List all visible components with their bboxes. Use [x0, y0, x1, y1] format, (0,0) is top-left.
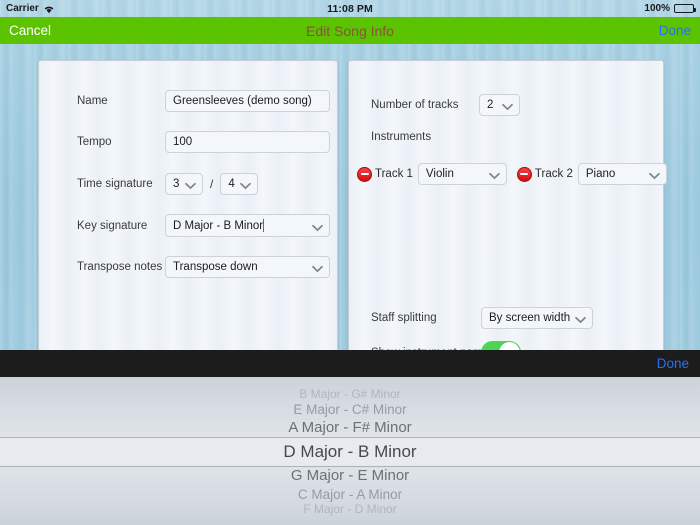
- picker-selection-line-top: [0, 437, 700, 438]
- track-list: Track 1 Violin Track 2 Piano: [357, 163, 667, 185]
- transpose-notes-value: Transpose down: [173, 261, 258, 273]
- picker-option[interactable]: B Major - G# Minor: [0, 388, 700, 401]
- time-signature-denominator-value: 4: [228, 178, 235, 190]
- chevron-down-icon: [185, 181, 196, 190]
- staff-splitting-row: Staff splitting By screen width: [371, 307, 593, 329]
- track-1-instrument-select[interactable]: Violin: [417, 163, 507, 185]
- status-bar: Carrier 11:08 PM 100%: [0, 0, 700, 17]
- tempo-input[interactable]: [165, 131, 330, 153]
- number-of-tracks-select[interactable]: 2: [479, 94, 520, 116]
- chevron-down-icon: [575, 315, 586, 324]
- instruments-label: Instruments: [371, 131, 432, 143]
- time-signature-denominator-select[interactable]: 4: [220, 173, 259, 195]
- picker-item-list: B Major - G# Minor E Major - C# Minor A Ma…: [0, 388, 700, 516]
- picker-option[interactable]: F Major - D Minor: [0, 503, 700, 516]
- song-info-panel: Name Tempo Time signature 3 / 4: [38, 60, 338, 352]
- key-signature-row: Key signature D Major - B Minor: [77, 214, 330, 237]
- chevron-down-icon: [312, 222, 323, 231]
- key-signature-value: D Major - B Minor: [173, 219, 264, 232]
- picker-toolbar: Done: [0, 350, 700, 377]
- tempo-row: Tempo: [77, 131, 330, 153]
- status-bar-right: 100%: [644, 3, 696, 14]
- number-of-tracks-row: Number of tracks 2: [371, 94, 520, 116]
- name-input[interactable]: [165, 90, 330, 112]
- name-row: Name: [77, 90, 330, 112]
- battery-percent-label: 100%: [644, 3, 670, 14]
- staff-splitting-select[interactable]: By screen width: [481, 307, 593, 329]
- time-signature-separator: /: [210, 177, 214, 191]
- picker-option[interactable]: G Major - E Minor: [0, 466, 700, 486]
- battery-full-icon: [674, 4, 696, 13]
- number-of-tracks-value: 2: [487, 99, 494, 111]
- text-caret: [263, 219, 265, 232]
- instruments-heading-row: Instruments: [371, 131, 431, 143]
- key-signature-label: Key signature: [77, 219, 148, 232]
- chevron-down-icon: [489, 171, 500, 180]
- track-1-label: Track 1: [375, 168, 413, 180]
- time-signature-label: Time signature: [77, 178, 153, 190]
- app-root: Carrier 11:08 PM 100% Cancel Edit Song I…: [0, 0, 700, 525]
- picker-option[interactable]: C Major - A Minor: [0, 486, 700, 503]
- tracks-panel: Number of tracks 2 Instruments Track 1 V…: [348, 60, 667, 364]
- page-title: Edit Song Info: [306, 22, 394, 39]
- staff-splitting-label: Staff splitting: [371, 312, 437, 324]
- number-of-tracks-label: Number of tracks: [371, 99, 459, 111]
- picker-done-button[interactable]: Done: [657, 356, 689, 371]
- minus-circle-icon[interactable]: [357, 166, 372, 182]
- name-label: Name: [77, 95, 108, 107]
- track-2-label: Track 2: [534, 168, 573, 180]
- chevron-down-icon: [312, 264, 323, 273]
- staff-splitting-value: By screen width: [489, 312, 571, 324]
- picker-option[interactable]: A Major - F# Minor: [0, 418, 700, 438]
- done-button[interactable]: Done: [659, 23, 691, 38]
- chevron-down-icon: [502, 102, 513, 111]
- picker-option[interactable]: D Major - B Minor: [0, 438, 700, 466]
- tempo-label: Tempo: [77, 136, 112, 148]
- navigation-bar: Cancel Edit Song Info Done: [0, 17, 700, 44]
- minus-circle-icon[interactable]: [516, 166, 532, 182]
- time-signature-numerator-select[interactable]: 3: [165, 173, 203, 195]
- track-2-instrument-select[interactable]: Piano: [577, 163, 667, 185]
- form-panels: Name Tempo Time signature 3 / 4: [38, 60, 667, 364]
- track-1-instrument-value: Violin: [425, 168, 454, 180]
- key-signature-select[interactable]: D Major - B Minor: [165, 214, 330, 237]
- time-signature-row: Time signature 3 / 4: [77, 173, 259, 195]
- chevron-down-icon: [648, 171, 660, 180]
- time-signature-numerator-value: 3: [173, 178, 180, 190]
- picker-option[interactable]: E Major - C# Minor: [0, 401, 700, 418]
- picker-selection-line-bottom: [0, 466, 700, 467]
- transpose-notes-row: Transpose notes Transpose down: [77, 256, 330, 278]
- key-signature-picker[interactable]: B Major - G# Minor E Major - C# Minor A Ma…: [0, 377, 700, 525]
- track-2-instrument-value: Piano: [585, 168, 616, 180]
- chevron-down-icon: [240, 181, 252, 190]
- transpose-notes-select[interactable]: Transpose down: [165, 256, 330, 278]
- status-bar-time: 11:08 PM: [327, 2, 373, 15]
- transpose-notes-label: Transpose notes: [77, 261, 163, 273]
